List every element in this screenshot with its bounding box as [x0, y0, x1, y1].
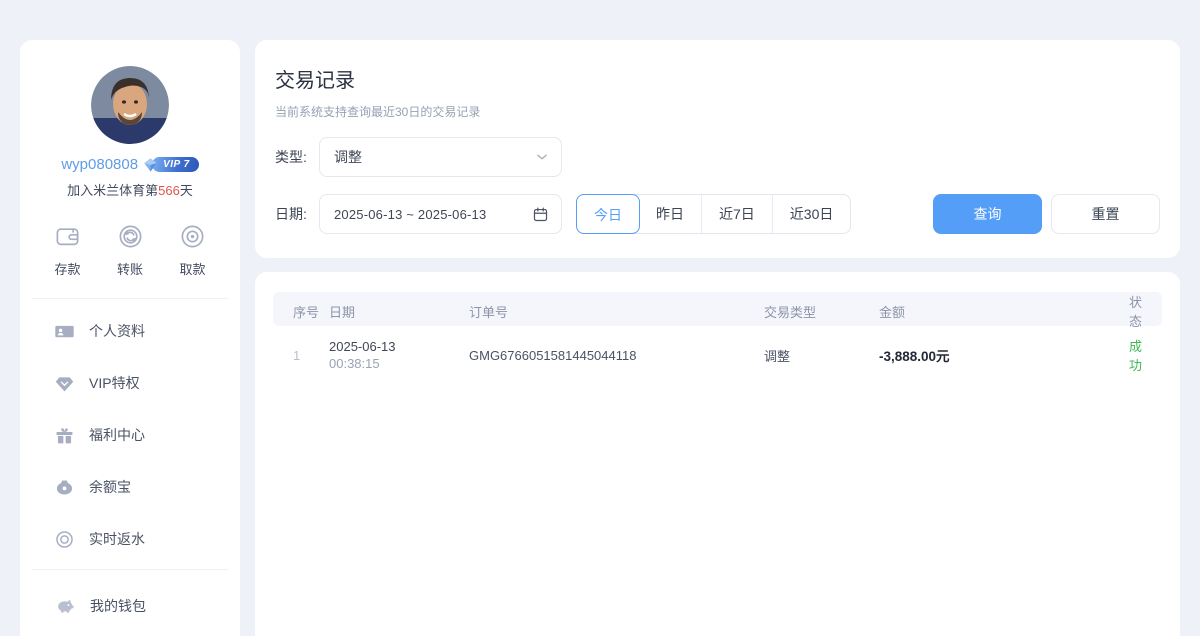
- rebate-icon: [54, 529, 75, 550]
- table-row: 1 2025-06-13 00:38:15 GMG676605158144504…: [273, 326, 1162, 384]
- sidebar-item-label: 实时返水: [89, 529, 145, 549]
- query-button[interactable]: 查询: [933, 194, 1042, 234]
- range-7days-button[interactable]: 近7日: [701, 195, 772, 233]
- transactions-panel: 序号 日期 订单号 交易类型 金额 状态 1 2025-06-13 00:38:…: [255, 272, 1180, 636]
- gem-icon: [54, 373, 75, 394]
- type-filter-row: 类型: 调整: [275, 137, 1160, 177]
- cell-date-day: 2025-06-13: [329, 339, 469, 354]
- cell-date: 2025-06-13 00:38:15: [329, 339, 469, 371]
- col-amount: 金额: [879, 302, 1119, 321]
- sidebar-item-wallet[interactable]: 我的钱包: [20, 576, 240, 636]
- cell-index: 1: [293, 348, 329, 363]
- calendar-icon: [532, 206, 549, 223]
- gift-icon: [54, 425, 75, 446]
- sidebar-item-label: 个人资料: [89, 321, 145, 341]
- page-title: 交易记录: [275, 64, 1160, 93]
- date-filter-row: 日期: 2025-06-13 ~ 2025-06-13 今日 昨日 近7日 近3…: [275, 194, 1160, 234]
- transfer-icon: [117, 223, 144, 250]
- table-header: 序号 日期 订单号 交易类型 金额 状态: [273, 292, 1162, 326]
- cell-status: 成功: [1119, 336, 1142, 374]
- avatar: [91, 66, 169, 144]
- sidebar-item-vip[interactable]: VIP特权: [20, 357, 240, 409]
- range-yesterday-button[interactable]: 昨日: [639, 195, 701, 233]
- date-range-input[interactable]: 2025-06-13 ~ 2025-06-13: [319, 194, 562, 234]
- transfer-button[interactable]: 转账: [117, 223, 144, 278]
- sidebar-item-profile[interactable]: 个人资料: [20, 305, 240, 357]
- quick-label: 转账: [117, 259, 143, 278]
- sidebar-item-label: 我的钱包: [90, 596, 146, 616]
- range-30days-button[interactable]: 近30日: [772, 195, 851, 233]
- col-index: 序号: [293, 302, 329, 321]
- sidebar-item-label: 福利中心: [89, 425, 145, 445]
- type-label: 类型:: [275, 147, 319, 167]
- col-date: 日期: [329, 302, 469, 321]
- id-card-icon: [54, 321, 75, 342]
- sidebar: wyp080808 VIP 7 加入米兰体育第566天 存款: [20, 40, 240, 636]
- money-bag-icon: [54, 477, 75, 498]
- join-days-text: 加入米兰体育第566天: [20, 180, 240, 199]
- date-range-value: 2025-06-13 ~ 2025-06-13: [334, 207, 532, 222]
- date-label: 日期:: [275, 204, 319, 224]
- cell-order-no: GMG6766051581445044118: [469, 348, 764, 363]
- join-days-number: 566: [158, 183, 180, 198]
- quick-label: 存款: [54, 259, 80, 278]
- page-subtitle: 当前系统支持查询最近30日的交易记录: [275, 103, 1160, 120]
- sidebar-item-yuebao[interactable]: 余额宝: [20, 461, 240, 513]
- cell-type: 调整: [764, 346, 879, 365]
- sidebar-menu: 个人资料 VIP特权 福利中心 余额宝: [20, 299, 240, 565]
- col-status: 状态: [1119, 292, 1142, 330]
- wallet-icon: [54, 223, 81, 250]
- chevron-down-icon: [535, 150, 549, 164]
- sidebar-item-welfare[interactable]: 福利中心: [20, 409, 240, 461]
- sidebar-item-label: VIP特权: [89, 373, 140, 393]
- vip-gem-icon: [142, 157, 159, 173]
- username: wyp080808: [61, 156, 138, 173]
- col-order-no: 订单号: [469, 302, 764, 321]
- withdraw-icon: [179, 223, 206, 250]
- sidebar-item-rebate[interactable]: 实时返水: [20, 513, 240, 565]
- col-type: 交易类型: [764, 302, 879, 321]
- piggy-bank-icon: [54, 595, 76, 617]
- reset-button[interactable]: 重置: [1051, 194, 1160, 234]
- type-select[interactable]: 调整: [319, 137, 562, 177]
- cell-date-time: 00:38:15: [329, 356, 469, 371]
- type-select-value: 调整: [334, 147, 535, 167]
- cell-amount: -3,888.00元: [879, 345, 1119, 365]
- vip-badge: VIP 7: [142, 157, 199, 173]
- range-today-button[interactable]: 今日: [576, 194, 640, 234]
- deposit-button[interactable]: 存款: [54, 223, 81, 278]
- date-range-segments: 今日 昨日 近7日 近30日: [576, 194, 851, 234]
- quick-actions: 存款 转账 取款: [20, 223, 240, 278]
- quick-label: 取款: [179, 259, 205, 278]
- withdraw-button[interactable]: 取款: [179, 223, 206, 278]
- sidebar-item-label: 余额宝: [89, 477, 131, 497]
- filter-panel: 交易记录 当前系统支持查询最近30日的交易记录 类型: 调整 日期: 2025-…: [255, 40, 1180, 258]
